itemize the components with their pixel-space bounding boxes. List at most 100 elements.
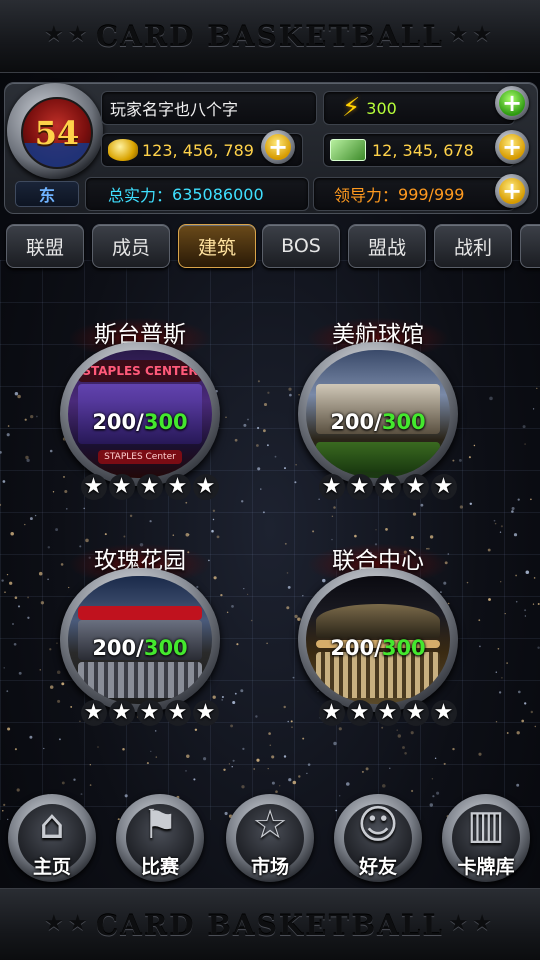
tab-more[interactable] bbox=[520, 224, 540, 268]
bottom-navigation: ⌂ 主页 ⚑ 比赛 ☆ 市场 ☺ 好友 ▥ 卡牌库 bbox=[0, 794, 540, 888]
leadership-label: 领导力： bbox=[334, 186, 399, 205]
tab-spoils[interactable]: 战利 bbox=[434, 224, 512, 268]
total-power-field: 总实力： 635086000 bbox=[85, 177, 309, 211]
header-stars-left: ★★ bbox=[44, 22, 92, 47]
star-icon: ★ bbox=[137, 700, 163, 726]
nav-cards-label: 卡牌库 bbox=[457, 856, 515, 878]
add-leadership-button[interactable]: + bbox=[495, 174, 529, 208]
cards-icon: ▥ bbox=[467, 802, 505, 848]
star-icon: ★ bbox=[165, 700, 191, 726]
energy-field: ⚡ 300 bbox=[323, 91, 515, 125]
building-frame: 200/300 bbox=[298, 568, 458, 712]
building-card-united-center[interactable]: 联合中心 200/300 ★ ★ ★ ★ ★ bbox=[278, 544, 478, 744]
star-icon: ★ bbox=[403, 700, 429, 726]
add-energy-button[interactable]: + bbox=[495, 86, 529, 120]
cash-stack-icon bbox=[330, 139, 366, 161]
footer-stars-left: ★★ bbox=[44, 911, 92, 936]
star-icon: ★ bbox=[165, 474, 191, 500]
plus-icon: + bbox=[499, 134, 525, 160]
gold-value: 123, 456, 789 bbox=[142, 140, 254, 160]
nav-home-button[interactable]: ⌂ 主页 bbox=[8, 794, 96, 882]
total-power-value: 635086000 bbox=[172, 184, 264, 204]
plus-icon: + bbox=[499, 178, 525, 204]
building-stars: ★ ★ ★ ★ ★ bbox=[318, 696, 458, 726]
building-frame: STAPLES CENTER STAPLES Center 200/300 bbox=[60, 342, 220, 486]
add-gold-button[interactable]: + bbox=[261, 130, 295, 164]
building-image: 200/300 bbox=[68, 576, 212, 704]
cash-value: 12, 345, 678 bbox=[372, 140, 474, 160]
star-icon: ★ bbox=[431, 474, 457, 500]
footer-title-bar: ★★ CARD BASKETBALL ★★ bbox=[0, 888, 540, 960]
gold-coins-icon bbox=[108, 139, 138, 161]
nav-cards-button[interactable]: ▥ 卡牌库 bbox=[442, 794, 530, 882]
tab-members[interactable]: 成员 bbox=[92, 224, 170, 268]
leadership-value: 999/999 bbox=[398, 184, 465, 204]
nav-market-label: 市场 bbox=[250, 856, 289, 878]
star-icon: ★ bbox=[193, 474, 219, 500]
building-progress: 200/300 bbox=[330, 410, 426, 434]
building-progress: 200/300 bbox=[92, 636, 188, 660]
building-progress: 200/300 bbox=[330, 636, 426, 660]
star-icon: ★ bbox=[137, 474, 163, 500]
level-value: 54 bbox=[34, 114, 80, 152]
arena-sign-small: STAPLES Center bbox=[98, 450, 182, 464]
level-emblem: 54 bbox=[21, 97, 93, 169]
star-icon: ★ bbox=[193, 700, 219, 726]
guild-tabs: 联盟 成员 建筑 BOS 盟战 战利 bbox=[6, 224, 540, 268]
nav-home-label: 主页 bbox=[32, 856, 71, 878]
tab-guild-war[interactable]: 盟战 bbox=[348, 224, 426, 268]
building-card-american-airlines[interactable]: 美航球馆 200/300 ★ ★ ★ ★ ★ bbox=[278, 318, 478, 518]
building-stars: ★ ★ ★ ★ ★ bbox=[80, 696, 220, 726]
player-info-panel: 54 东 玩家名字也八个字 ⚡ 300 + 123, 456, 789 + 12… bbox=[4, 82, 538, 214]
nav-match-label: 比赛 bbox=[140, 856, 179, 878]
header-title-bar: ★★ CARD BASKETBALL ★★ bbox=[0, 0, 540, 73]
player-name: 玩家名字也八个字 bbox=[110, 100, 239, 119]
footer-title: CARD BASKETBALL bbox=[95, 908, 445, 942]
arena-sign: STAPLES CENTER bbox=[78, 360, 202, 382]
star-icon: ★ bbox=[109, 474, 135, 500]
star-icon: ★ bbox=[109, 700, 135, 726]
plus-icon: + bbox=[265, 134, 291, 160]
header-stars-right: ★★ bbox=[448, 22, 496, 47]
star-icon: ★ bbox=[81, 700, 107, 726]
star-icon: ★ bbox=[375, 474, 401, 500]
add-cash-button[interactable]: + bbox=[495, 130, 529, 164]
total-power-label: 总实力： bbox=[108, 186, 173, 205]
building-progress: 200/300 bbox=[92, 410, 188, 434]
tab-buildings[interactable]: 建筑 bbox=[178, 224, 256, 268]
building-image: 200/300 bbox=[306, 576, 450, 704]
star-icon: ★ bbox=[347, 474, 373, 500]
cash-field: 12, 345, 678 bbox=[323, 133, 515, 167]
star-icon: ☆ bbox=[252, 802, 288, 848]
star-icon: ★ bbox=[319, 474, 345, 500]
building-card-rose-garden[interactable]: 玫瑰花园 200/300 ★ ★ ★ ★ ★ bbox=[40, 544, 240, 744]
tab-alliance[interactable]: 联盟 bbox=[6, 224, 84, 268]
plus-icon: + bbox=[499, 90, 525, 116]
star-icon: ★ bbox=[403, 474, 429, 500]
region-badge: 东 bbox=[15, 181, 79, 207]
tab-boss[interactable]: BOS bbox=[262, 224, 340, 268]
player-name-field: 玩家名字也八个字 bbox=[101, 91, 317, 125]
header-title: CARD BASKETBALL bbox=[95, 19, 445, 53]
level-badge[interactable]: 54 bbox=[7, 83, 103, 179]
game-screen: ★★ CARD BASKETBALL ★★ 54 东 玩家名字也八个字 ⚡ 30… bbox=[0, 0, 540, 960]
star-icon: ★ bbox=[375, 700, 401, 726]
nav-match-button[interactable]: ⚑ 比赛 bbox=[116, 794, 204, 882]
star-icon: ★ bbox=[319, 700, 345, 726]
star-icon: ★ bbox=[431, 700, 457, 726]
building-frame: 200/300 bbox=[60, 568, 220, 712]
building-card-staples[interactable]: 斯台普斯 STAPLES CENTER STAPLES Center 200/3… bbox=[40, 318, 240, 518]
nav-friends-button[interactable]: ☺ 好友 bbox=[334, 794, 422, 882]
building-image: 200/300 bbox=[306, 350, 450, 478]
home-icon: ⌂ bbox=[39, 802, 65, 848]
friends-icon: ☺ bbox=[357, 802, 399, 848]
energy-value: 300 bbox=[366, 98, 397, 118]
footer-stars-right: ★★ bbox=[448, 911, 496, 936]
star-icon: ★ bbox=[81, 474, 107, 500]
star-icon: ★ bbox=[347, 700, 373, 726]
flag-icon: ⚑ bbox=[142, 802, 178, 848]
nav-friends-label: 好友 bbox=[358, 856, 397, 878]
nav-market-button[interactable]: ☆ 市场 bbox=[226, 794, 314, 882]
building-image: STAPLES CENTER STAPLES Center 200/300 bbox=[68, 350, 212, 478]
lightning-icon: ⚡ bbox=[342, 93, 361, 123]
